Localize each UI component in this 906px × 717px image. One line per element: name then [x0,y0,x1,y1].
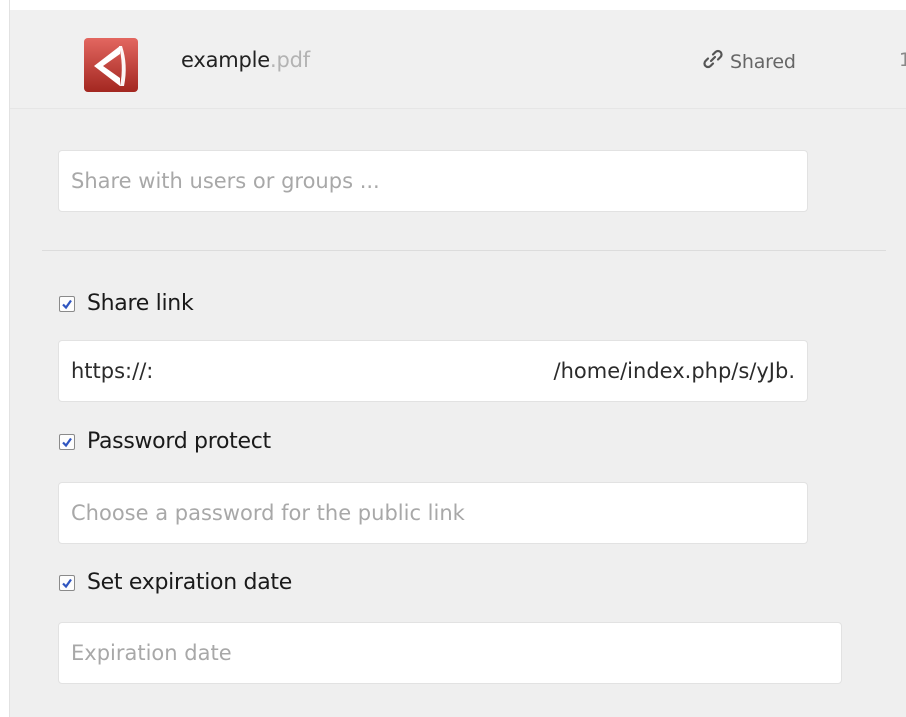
left-border [0,0,10,717]
share-link-row[interactable]: Share link [59,291,194,316]
password-protect-checkbox[interactable] [59,433,75,450]
file-name-extension: .pdf [270,48,310,72]
checkmark-icon [62,437,72,447]
share-link-url-suffix: /home/index.php/s/yJb. [553,359,796,383]
password-field[interactable]: Choose a password for the public link [58,482,808,544]
divider [42,250,886,251]
expiration-date-checkbox[interactable] [59,574,75,591]
checkmark-icon [62,299,72,309]
file-name-base: example [181,48,270,72]
expiration-date-row[interactable]: Set expiration date [59,570,292,595]
file-header: example.pdf Shared 1 [10,10,906,109]
pdf-file-icon [84,38,138,92]
share-sidebar: example.pdf Shared 1 Share with users or… [0,0,906,717]
expiration-date-placeholder: Expiration date [71,641,232,665]
link-icon [702,48,724,75]
password-protect-row[interactable]: Password protect [59,429,271,454]
checkmark-icon [62,578,72,588]
share-link-label: Share link [87,291,194,316]
file-name: example.pdf [181,48,310,72]
sharing-panel: Share with users or groups ... Share lin… [10,109,906,717]
password-protect-label: Password protect [87,429,271,454]
share-with-placeholder: Share with users or groups ... [71,169,380,193]
truncated-text: 1 [899,49,906,71]
shared-indicator[interactable]: Shared [702,48,796,75]
share-link-url-field[interactable]: https://: /home/index.php/s/yJb. [58,340,808,402]
share-with-input[interactable]: Share with users or groups ... [58,150,808,212]
share-link-checkbox[interactable] [59,295,75,312]
expiration-date-label: Set expiration date [87,570,292,595]
shared-label: Shared [730,50,796,73]
expiration-date-field[interactable]: Expiration date [58,622,842,684]
password-placeholder: Choose a password for the public link [71,501,465,525]
share-link-url-prefix: https://: [71,359,154,383]
